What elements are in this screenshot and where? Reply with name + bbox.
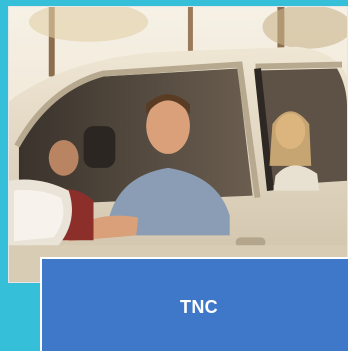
- slide: TNC: [0, 0, 348, 351]
- tnc-card: TNC: [40, 257, 348, 351]
- card-title: TNC: [180, 296, 218, 317]
- people-in-car-photo: [9, 7, 347, 282]
- car-passengers-photo: [8, 6, 348, 283]
